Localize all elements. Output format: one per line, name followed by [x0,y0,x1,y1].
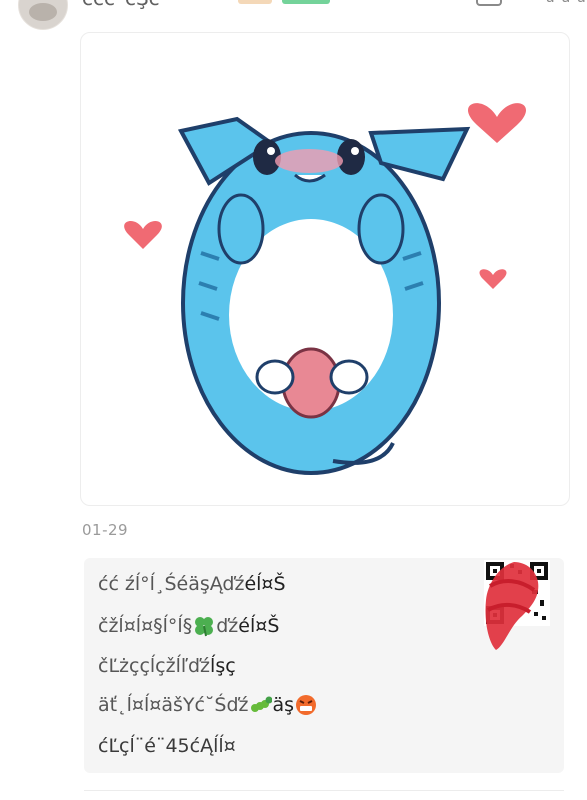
post-image[interactable] [80,32,570,506]
heart-icon [479,269,507,289]
comment-text: ĺşç [210,655,236,677]
comment-text: äş [272,694,295,716]
comment-text: éĺ¤Š [238,615,280,637]
share-icon[interactable] [476,0,502,6]
comment-author[interactable]: čžĺ¤ĺ¤§ĺ°ĺ§ [98,615,192,637]
caterpillar-icon [250,696,272,712]
status-badge [282,0,330,4]
comment-item[interactable]: čĽżç­çĺçžĺľďź ĺşç [98,655,236,677]
comment-text: éĺ¤Š [244,573,286,595]
comment-item[interactable]: čžĺ¤ĺ¤§ĺ°ĺ§ ďź éĺ¤Š [98,615,279,637]
author-name[interactable]: ććć¨ćŞć [82,0,160,10]
comment-author[interactable]: čĽżç­çĺçžĺľďź [98,655,210,677]
more-icon[interactable]: â˘â˘â˘ [546,0,587,6]
level-badge [238,0,272,4]
avatar[interactable] [18,0,68,30]
comment-author[interactable]: äť˛ĺ¤ĺ¤äšYć˘Śďź [98,694,249,716]
angry-face-icon [296,695,317,715]
divider [84,790,564,791]
comment-item[interactable]: ćć źĺ°ĺ¸Śé­äşĄďź éĺ¤Š [98,573,286,595]
red-redaction-scribble [485,562,539,650]
comment-author[interactable]: ćć źĺ°ĺ¸Śé­äşĄďź [98,573,244,595]
post-date: 01-29 [82,521,129,539]
heart-icon [467,103,527,143]
clover-icon [195,617,214,637]
view-all-replies-link[interactable]: ćĽçĺ¨é¨45ćĄĺĺ¤ [98,735,236,757]
heart-icon [124,221,162,249]
shark-sticker-illustration [124,103,527,475]
comment-item[interactable]: äť˛ĺ¤ĺ¤äšYć˘Śďź äş [98,694,318,716]
